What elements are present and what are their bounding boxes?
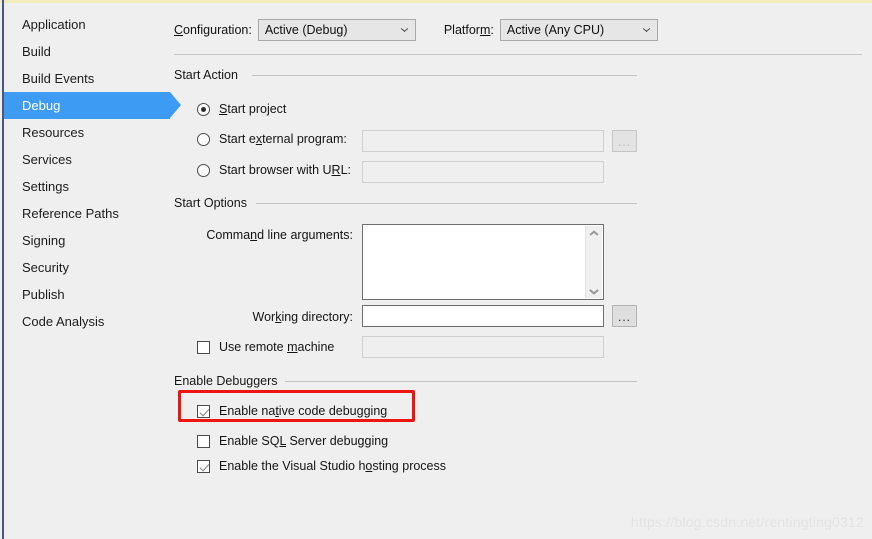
enable-native-code-debugging-label: Enable native code debugging bbox=[219, 404, 388, 418]
sidebar-item-label: Publish bbox=[22, 287, 65, 302]
external-program-browse-button[interactable]: ... bbox=[612, 130, 637, 152]
sidebar-item-services[interactable]: Services bbox=[4, 146, 169, 173]
enable-native-code-debugging-checkbox[interactable] bbox=[197, 404, 210, 418]
scroll-up-icon[interactable] bbox=[590, 232, 598, 237]
enable-sql-server-debugging-checkbox[interactable] bbox=[197, 434, 210, 448]
start-options-title: Start Options bbox=[174, 196, 254, 210]
properties-sidebar: Application Build Build Events Debug Res… bbox=[4, 4, 181, 539]
top-border bbox=[0, 0, 872, 3]
start-action-title: Start Action bbox=[174, 68, 245, 82]
command-line-scrollbar[interactable] bbox=[585, 226, 602, 298]
sidebar-item-label: Signing bbox=[22, 233, 66, 248]
enable-sql-server-debugging-label: Enable SQL Server debugging bbox=[219, 434, 389, 448]
use-remote-machine-checkbox[interactable] bbox=[197, 340, 210, 354]
scroll-down-icon[interactable] bbox=[590, 287, 598, 292]
start-action-rule bbox=[252, 75, 637, 76]
sidebar-item-label: Settings bbox=[22, 179, 69, 194]
command-line-arguments-input[interactable] bbox=[362, 224, 604, 300]
sidebar-item-label: Services bbox=[22, 152, 72, 167]
sidebar-item-signing[interactable]: Signing bbox=[4, 227, 169, 254]
sidebar-item-label: Build bbox=[22, 44, 51, 59]
sidebar-item-reference-paths[interactable]: Reference Paths bbox=[4, 200, 169, 227]
sidebar-item-settings[interactable]: Settings bbox=[4, 173, 169, 200]
start-project-label: Start project bbox=[219, 102, 287, 116]
project-properties-page: Application Build Build Events Debug Res… bbox=[0, 0, 872, 539]
start-browser-url-radio-row[interactable]: Start browser with URL: bbox=[197, 163, 351, 177]
enable-hosting-process-label: Enable the Visual Studio hosting process bbox=[219, 459, 447, 473]
sidebar-item-build[interactable]: Build bbox=[4, 38, 169, 65]
start-browser-url-label: Start browser with URL: bbox=[219, 163, 351, 177]
configuration-dropdown[interactable]: Active (Debug) bbox=[257, 19, 416, 41]
enable-debuggers-title: Enable Debuggers bbox=[174, 374, 285, 388]
configuration-label: Configuration: bbox=[174, 23, 252, 37]
sidebar-item-label: Security bbox=[22, 260, 69, 275]
sidebar-item-label: Debug bbox=[22, 98, 61, 113]
debug-settings-pane: Configuration: Active (Debug) Platform: … bbox=[169, 4, 872, 539]
sidebar-item-label: Resources bbox=[22, 125, 85, 140]
sidebar-item-code-analysis[interactable]: Code Analysis bbox=[4, 308, 169, 335]
external-program-input[interactable] bbox=[362, 130, 604, 152]
browser-url-input[interactable] bbox=[362, 161, 604, 183]
platform-group: Platform: Active (Any CPU) bbox=[444, 19, 658, 41]
start-external-program-radio[interactable] bbox=[197, 132, 210, 146]
sidebar-item-debug[interactable]: Debug bbox=[4, 92, 181, 119]
enable-debuggers-rule bbox=[277, 381, 637, 382]
enable-hosting-process-checkbox[interactable] bbox=[197, 459, 210, 473]
start-options-rule bbox=[256, 203, 637, 204]
enable-sql-server-debugging-row[interactable]: Enable SQL Server debugging bbox=[197, 434, 388, 448]
start-external-program-label: Start external program: bbox=[219, 132, 347, 146]
sidebar-item-publish[interactable]: Publish bbox=[4, 281, 169, 308]
sidebar-item-label: Reference Paths bbox=[22, 206, 119, 221]
use-remote-machine-row[interactable]: Use remote machine bbox=[197, 340, 334, 354]
platform-dropdown[interactable]: Active (Any CPU) bbox=[499, 19, 658, 41]
start-project-radio-row[interactable]: Start project bbox=[197, 102, 286, 116]
working-directory-browse-button[interactable]: ... bbox=[612, 305, 637, 327]
sidebar-item-build-events[interactable]: Build Events bbox=[4, 65, 169, 92]
chevron-down-icon bbox=[643, 28, 650, 32]
sidebar-item-label: Code Analysis bbox=[22, 314, 105, 329]
watermark: https://blog.csdn.net/rentingting0312 bbox=[630, 514, 864, 530]
remote-machine-input[interactable] bbox=[362, 336, 604, 358]
working-directory-label: Working directory: bbox=[252, 310, 354, 324]
sidebar-item-application[interactable]: Application bbox=[4, 11, 169, 38]
enable-hosting-process-row[interactable]: Enable the Visual Studio hosting process bbox=[197, 459, 446, 473]
platform-value: Active (Any CPU) bbox=[506, 23, 605, 37]
use-remote-machine-label: Use remote machine bbox=[219, 340, 335, 354]
working-directory-input[interactable] bbox=[362, 305, 604, 327]
sidebar-item-label: Application bbox=[22, 17, 86, 32]
configuration-value: Active (Debug) bbox=[264, 23, 348, 37]
chevron-down-icon bbox=[401, 28, 408, 32]
platform-label: Platform: bbox=[443, 23, 494, 37]
sidebar-item-label: Build Events bbox=[22, 71, 95, 86]
start-external-program-radio-row[interactable]: Start external program: bbox=[197, 132, 347, 146]
sidebar-item-security[interactable]: Security bbox=[4, 254, 169, 281]
start-project-radio[interactable] bbox=[197, 102, 210, 116]
command-line-arguments-label: Command line arguments: bbox=[206, 228, 353, 242]
start-browser-url-radio[interactable] bbox=[197, 163, 210, 177]
configuration-toolbar: Configuration: Active (Debug) Platform: … bbox=[174, 18, 658, 42]
toolbar-divider bbox=[174, 54, 862, 55]
enable-native-code-debugging-row[interactable]: Enable native code debugging bbox=[197, 404, 387, 418]
sidebar-item-resources[interactable]: Resources bbox=[4, 119, 169, 146]
